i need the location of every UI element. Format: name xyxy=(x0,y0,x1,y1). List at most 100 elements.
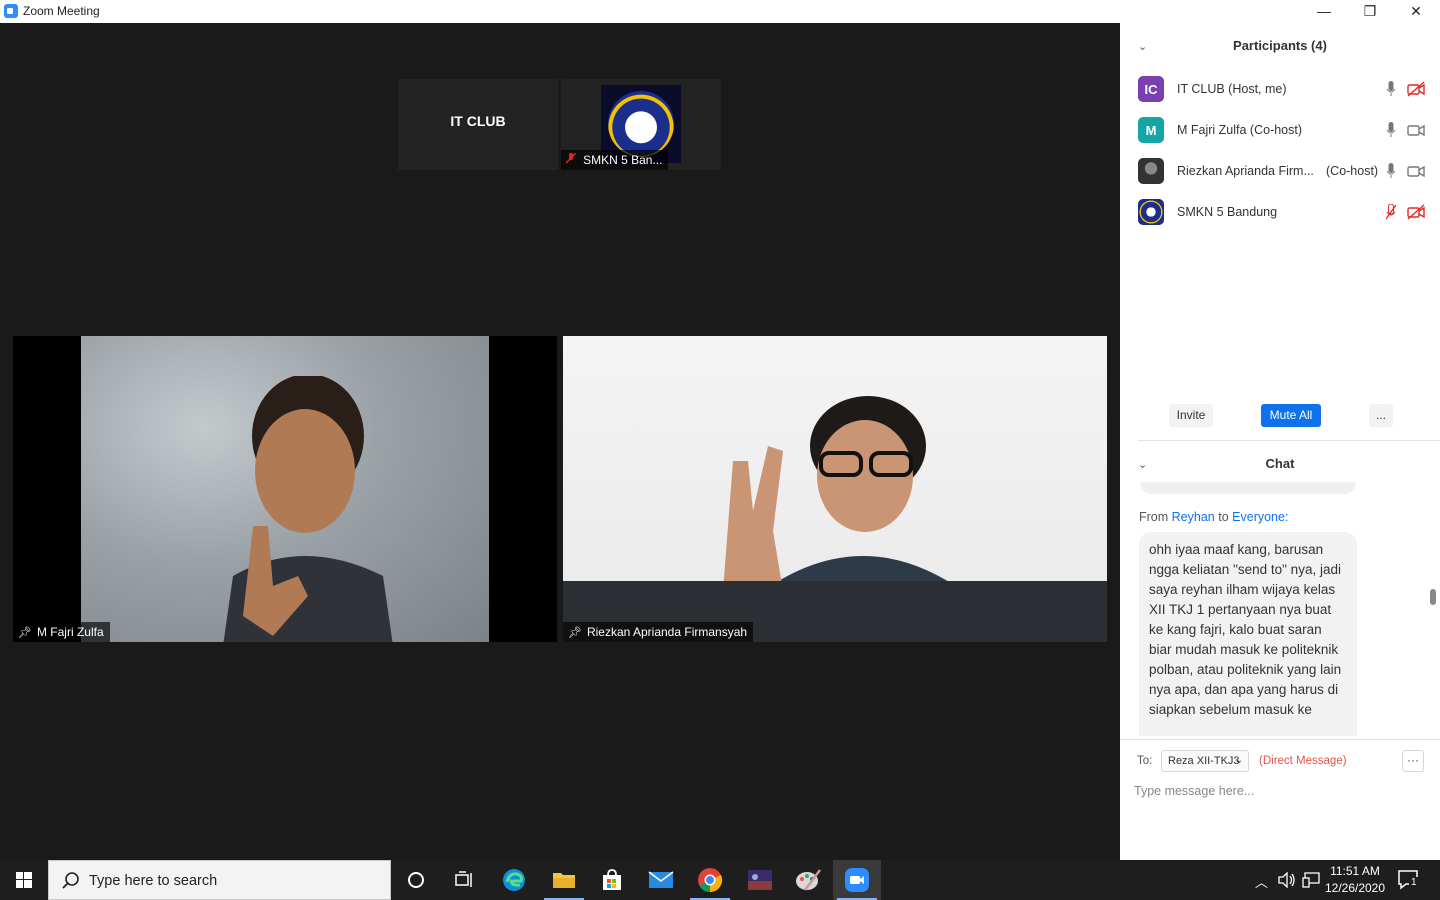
thumbnail-name: IT CLUB xyxy=(450,113,506,129)
file-explorer-button[interactable] xyxy=(540,860,588,900)
mic-icon[interactable] xyxy=(1386,163,1396,179)
volume-icon[interactable] xyxy=(1278,871,1296,891)
zoom-app-icon xyxy=(4,4,18,18)
search-icon xyxy=(62,872,79,889)
participants-more-button[interactable]: ... xyxy=(1369,404,1393,427)
edge-icon xyxy=(503,869,525,891)
title-bar: Zoom Meeting xyxy=(0,0,1440,23)
mic-icon[interactable] xyxy=(1386,122,1396,138)
chat-input[interactable] xyxy=(1134,779,1424,803)
participant-name: SMKN 5 Bandung xyxy=(1177,205,1278,219)
video-namebar: 📌︎ Riezkan Aprianda Firmansyah xyxy=(563,622,754,642)
task-view-icon xyxy=(455,871,472,887)
notification-center-button[interactable]: 1 xyxy=(1396,868,1420,892)
mail-button[interactable] xyxy=(637,860,685,900)
chrome-button[interactable] xyxy=(686,860,734,900)
store-icon xyxy=(603,869,621,890)
maximize-button[interactable]: ❐ xyxy=(1347,0,1393,23)
direct-message-label: (Direct Message) xyxy=(1259,755,1347,767)
taskbar-clock[interactable]: 11:51 AM 12/26/2020 xyxy=(1318,863,1392,897)
avatar: M xyxy=(1138,117,1164,143)
edge-button[interactable] xyxy=(490,860,538,900)
paint-icon xyxy=(796,869,821,891)
notification-count: 1 xyxy=(1409,877,1419,888)
video-off-icon[interactable] xyxy=(1407,204,1425,220)
message-header: From Reyhan to Everyone: xyxy=(1139,510,1288,524)
chrome-icon xyxy=(698,868,723,893)
store-button[interactable] xyxy=(588,860,636,900)
taskbar-search[interactable]: Type here to search xyxy=(48,860,391,900)
avatar xyxy=(1138,199,1164,225)
mute-all-button[interactable]: Mute All xyxy=(1261,404,1321,427)
participant-row[interactable]: SMKN 5 Bandung xyxy=(1120,192,1440,232)
mic-icon[interactable] xyxy=(1386,81,1396,97)
divider xyxy=(1120,739,1440,740)
chat-title: Chat xyxy=(1265,456,1295,471)
video-name: Riezkan Aprianda Firmansyah xyxy=(586,625,748,639)
pin-icon: 📌︎ xyxy=(18,627,32,639)
cortana-icon xyxy=(408,872,424,888)
avatar xyxy=(1138,158,1164,184)
chat-scroll-thumb[interactable] xyxy=(1430,589,1436,605)
participant-row[interactable]: IC IT CLUB (Host, me) xyxy=(1120,69,1440,109)
chevron-down-icon: ⌄ xyxy=(1234,755,1243,766)
start-button[interactable] xyxy=(0,860,48,900)
chat-scrollbar[interactable] xyxy=(1428,487,1436,737)
participant-row[interactable]: Riezkan Aprianda Firm... (Co-host) xyxy=(1120,151,1440,191)
to-label: to xyxy=(1218,510,1229,524)
mic-muted-icon[interactable] xyxy=(1386,204,1396,220)
participant-name: M Fajri Zulfa (Co-host) xyxy=(1177,123,1303,137)
video-name: M Fajri Zulfa xyxy=(36,625,104,639)
taskbar: Type here to search ︿ 11:51 AM 12/26/202… xyxy=(0,860,1440,900)
clock-time: 11:51 AM xyxy=(1330,864,1380,878)
video-area: IT CLUB SMKN 5 Ban... 📌︎ M Fajri Zulfa 📌… xyxy=(0,23,1120,860)
thumbnail-namebar: SMKN 5 Ban... xyxy=(561,150,669,170)
video-icon[interactable] xyxy=(1407,122,1425,138)
video-namebar: 📌︎ M Fajri Zulfa xyxy=(13,622,110,642)
mail-icon xyxy=(648,871,674,888)
thumbnail-it-club[interactable]: IT CLUB xyxy=(398,79,558,170)
from-label: From xyxy=(1139,510,1169,524)
game-app-icon xyxy=(748,870,772,890)
message-recipient[interactable]: Everyone: xyxy=(1232,510,1288,524)
game-app-button[interactable] xyxy=(736,860,784,900)
recipient-value: Reza XII-TKJ3 xyxy=(1168,755,1240,767)
chat-message: ohh iyaa maaf kang, barusan ngga keliata… xyxy=(1139,532,1357,736)
participant-name: Riezkan Aprianda Firm... xyxy=(1177,164,1314,178)
chat-more-button[interactable]: ··· xyxy=(1402,750,1424,772)
video-tile-riezkan[interactable]: 📌︎ Riezkan Aprianda Firmansyah xyxy=(563,336,1107,642)
thumbnail-smkn5[interactable]: SMKN 5 Ban... xyxy=(561,79,721,170)
participant-row[interactable]: M M Fajri Zulfa (Co-host) xyxy=(1120,110,1440,150)
windows-icon xyxy=(16,872,32,888)
zoom-icon xyxy=(845,868,869,892)
task-view-button[interactable] xyxy=(440,860,488,900)
folder-icon xyxy=(553,873,575,888)
to-label: To: xyxy=(1137,755,1153,767)
zoom-taskbar-button[interactable] xyxy=(833,860,881,900)
video-icon[interactable] xyxy=(1407,163,1425,179)
video-off-icon[interactable] xyxy=(1407,81,1425,97)
paint-app-button[interactable] xyxy=(784,860,832,900)
show-hidden-icons-button[interactable]: ︿ xyxy=(1255,872,1268,891)
participant-role: (Co-host) xyxy=(1326,164,1379,178)
close-button[interactable]: ✕ xyxy=(1393,0,1439,23)
invite-button[interactable]: Invite xyxy=(1169,404,1213,427)
pin-icon: 📌︎ xyxy=(568,627,582,639)
person-silhouette xyxy=(223,376,393,642)
window-title: Zoom Meeting xyxy=(23,4,100,18)
previous-message xyxy=(1140,482,1356,494)
avatar: IC xyxy=(1138,76,1164,102)
message-sender[interactable]: Reyhan xyxy=(1172,510,1215,524)
participants-title: Participants (4) xyxy=(1233,38,1327,53)
clock-date: 12/26/2020 xyxy=(1324,881,1386,895)
side-panel: ⌄ Participants (4) IC IT CLUB (Host, me)… xyxy=(1120,23,1440,860)
minimize-button[interactable]: — xyxy=(1301,0,1347,23)
participant-name: IT CLUB (Host, me) xyxy=(1177,82,1287,96)
search-placeholder: Type here to search xyxy=(89,873,218,889)
video-tile-fajri[interactable]: 📌︎ M Fajri Zulfa xyxy=(13,336,557,642)
cortana-button[interactable] xyxy=(392,860,440,900)
recipient-select[interactable]: Reza XII-TKJ3 ⌄ xyxy=(1161,750,1249,772)
mic-muted-icon xyxy=(565,152,579,167)
divider xyxy=(1138,440,1440,441)
person-silhouette xyxy=(723,396,963,591)
